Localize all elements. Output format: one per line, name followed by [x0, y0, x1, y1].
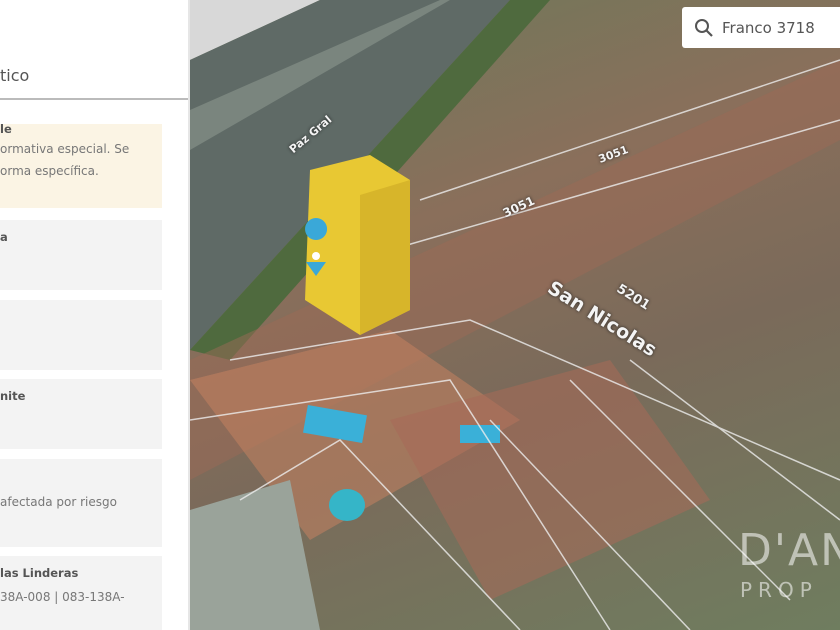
- search-input[interactable]: Franco 3718: [722, 19, 815, 37]
- card-title: nite: [0, 389, 26, 403]
- linderas-card: las Linderas 38A-008 | 083-138A-: [0, 556, 162, 630]
- search-box[interactable]: Franco 3718: [682, 7, 840, 48]
- card-title: a: [0, 230, 8, 244]
- tab-active[interactable]: tico: [0, 60, 188, 100]
- card-text: afectada por riesgo: [0, 495, 117, 509]
- warning-card: le ormativa especial. Se orma específica…: [0, 124, 162, 208]
- search-icon: [695, 18, 713, 37]
- info-card: a: [0, 220, 162, 290]
- map-3d-view[interactable]: San Nicolas 5201 3051 3051 Paz Gral D'AN…: [190, 0, 840, 630]
- info-card: [0, 300, 162, 370]
- watermark: PROP: [740, 578, 818, 602]
- risk-card: afectada por riesgo: [0, 459, 162, 547]
- info-card: nite: [0, 379, 162, 449]
- card-title: le: [0, 124, 12, 136]
- card-title: las Linderas: [0, 566, 79, 580]
- card-text: ormativa especial. Se: [0, 142, 130, 156]
- card-text: orma específica.: [0, 164, 99, 178]
- watermark: D'AN: [738, 525, 840, 576]
- side-panel: tico le ormativa especial. Se orma espec…: [0, 0, 190, 630]
- card-text: 38A-008 | 083-138A-: [0, 590, 125, 604]
